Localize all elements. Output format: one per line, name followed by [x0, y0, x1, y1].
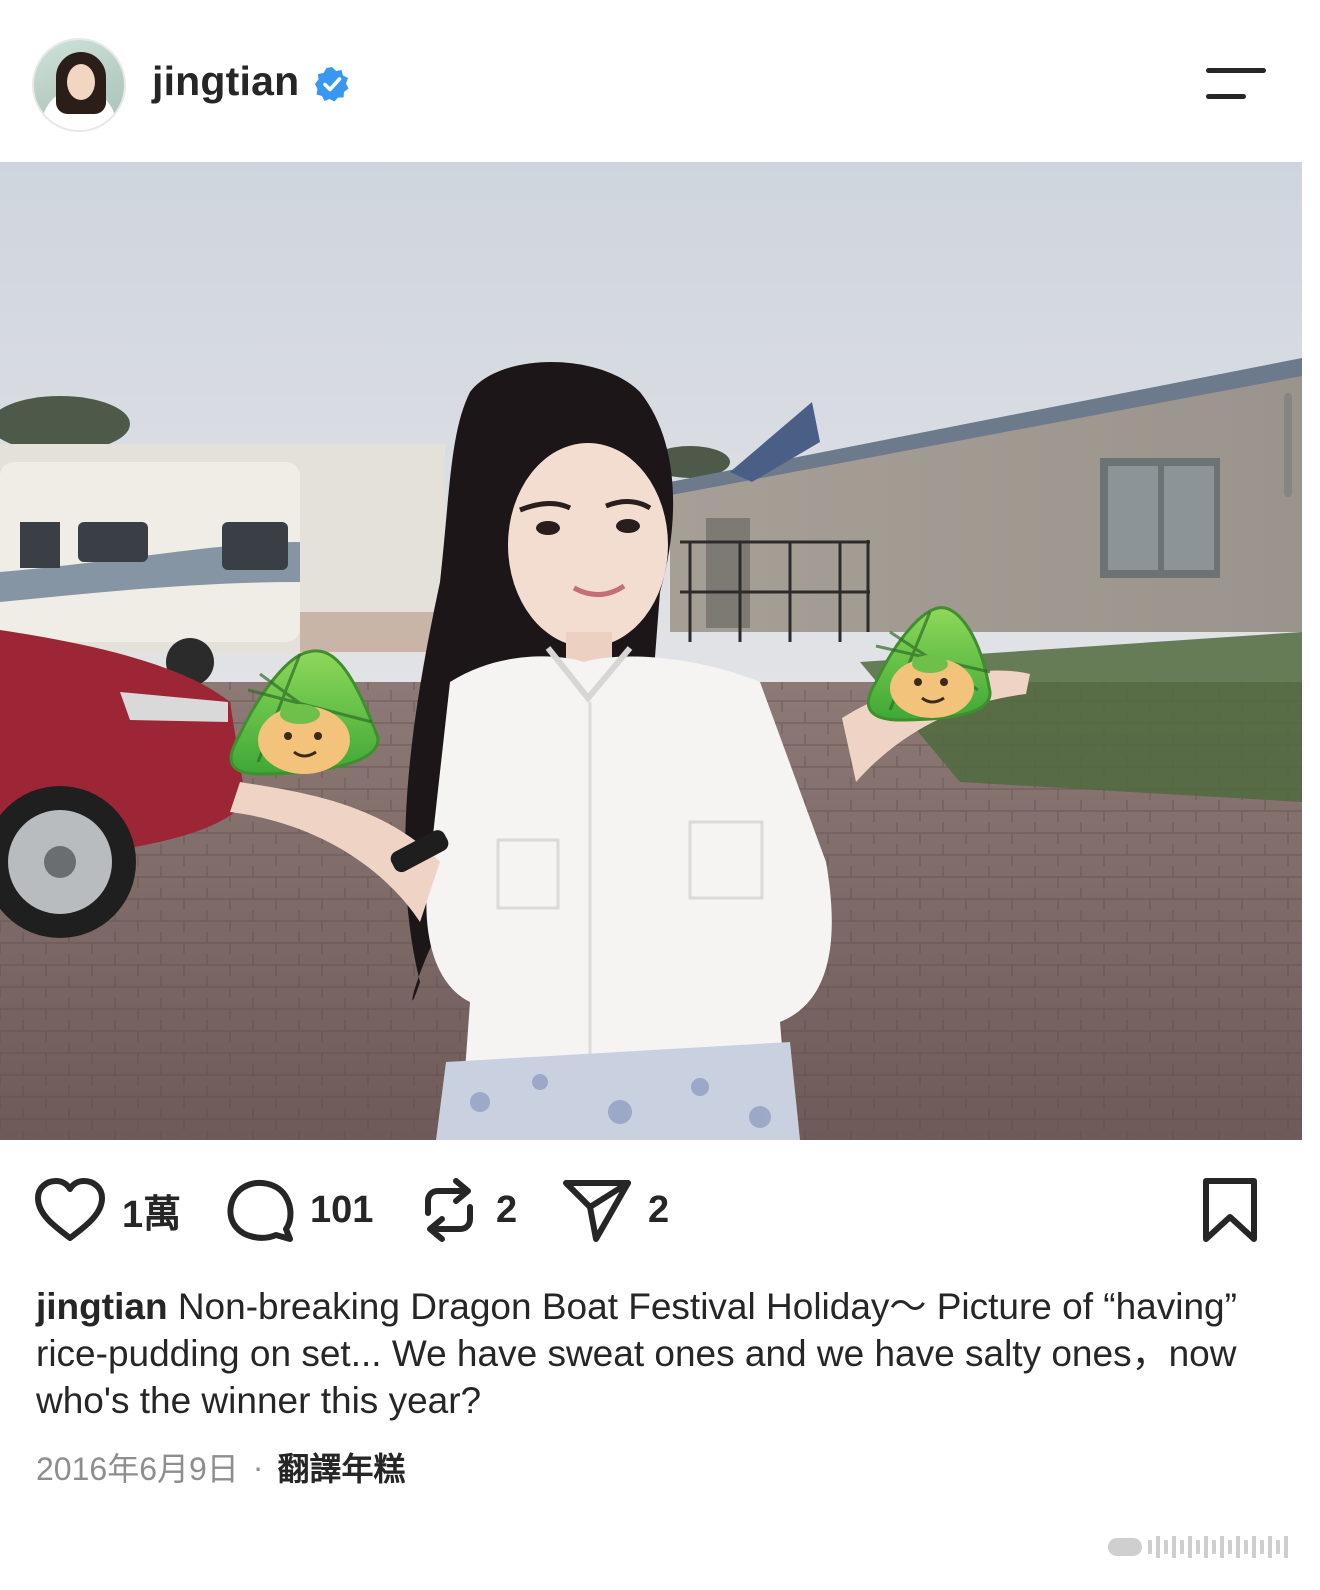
share-button[interactable]: 2 — [562, 1160, 669, 1260]
repost-icon — [425, 1178, 473, 1242]
like-count: 1萬 — [122, 1193, 182, 1236]
menu-icon[interactable] — [1204, 64, 1268, 104]
heart-icon — [35, 1178, 105, 1241]
post-actions: 1萬 101 2 2 — [0, 1160, 1320, 1270]
bookmark-icon — [1203, 1178, 1257, 1242]
verified-badge-icon — [315, 67, 349, 102]
comment-icon — [227, 1179, 294, 1242]
send-icon — [563, 1180, 631, 1242]
image-scrollbar[interactable] — [1284, 393, 1292, 497]
post-caption: jingtian Non-breaking Dragon Boat Festiv… — [36, 1283, 1276, 1424]
post-date: 2016年6月9日 — [36, 1451, 239, 1487]
caption-username[interactable]: jingtian — [36, 1286, 168, 1327]
post-image[interactable] — [0, 162, 1302, 1140]
like-button[interactable]: 1萬 — [34, 1160, 181, 1260]
repost-button[interactable]: 2 — [418, 1160, 517, 1260]
comment-button[interactable]: 101 — [226, 1160, 373, 1260]
translate-link[interactable]: 翻譯年糕 — [277, 1444, 405, 1490]
post-meta: 2016年6月9日 · 翻譯年糕 — [36, 1444, 405, 1490]
repost-count: 2 — [496, 1188, 518, 1231]
watermark-icon — [1108, 1536, 1288, 1558]
comment-count: 101 — [310, 1188, 374, 1231]
caption-text: Non-breaking Dragon Boat Festival Holida… — [36, 1286, 1237, 1421]
bookmark-button[interactable] — [1198, 1160, 1262, 1260]
header-username[interactable]: jingtian — [152, 58, 299, 105]
share-count: 2 — [648, 1188, 670, 1231]
post-header: jingtian — [0, 0, 1320, 162]
meta-separator: · — [252, 1448, 264, 1485]
avatar[interactable] — [32, 38, 126, 132]
avatar-face — [67, 64, 95, 100]
